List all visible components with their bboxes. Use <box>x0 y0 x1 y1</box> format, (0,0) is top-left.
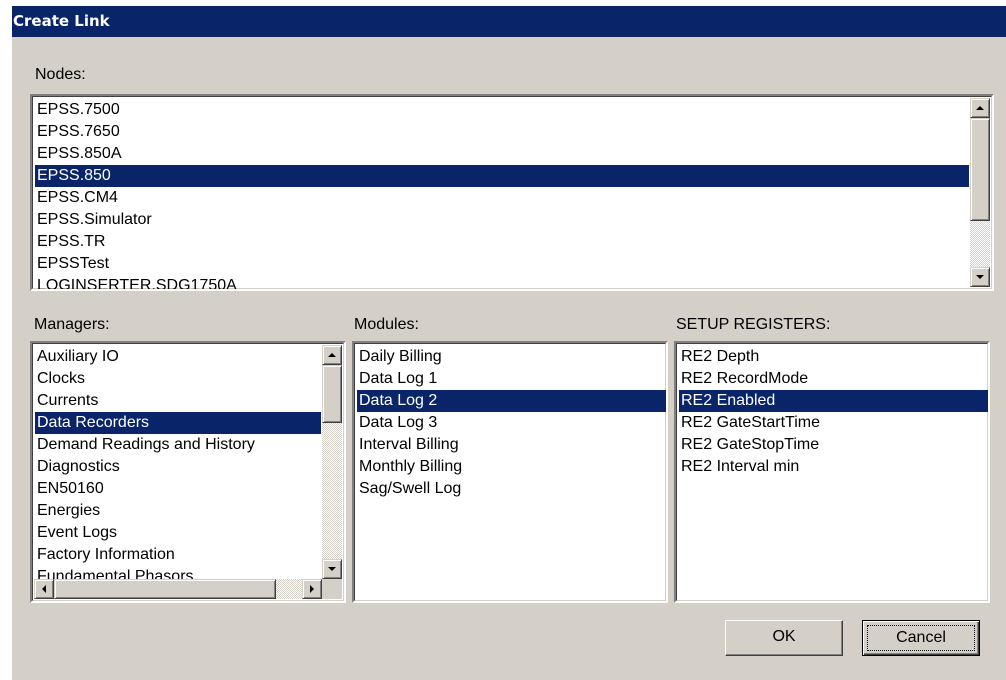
nodes-label: Nodes: <box>35 66 86 83</box>
managers-list-item[interactable]: EN50160 <box>35 478 321 500</box>
managers-scroll-up-button[interactable] <box>322 345 342 365</box>
modules-listbox[interactable]: Daily Billing Data Log 1 Data Log 2 Data Lo… <box>352 341 668 603</box>
managers-hscrollbar[interactable] <box>34 579 322 599</box>
managers-list-item[interactable]: Data Recorders <box>35 412 321 434</box>
managers-scroll-right-button[interactable] <box>302 579 322 599</box>
registers-list-item[interactable]: RE2 GateStopTime <box>679 434 988 456</box>
modules-list-item[interactable]: Monthly Billing <box>357 456 666 478</box>
nodes-list-item[interactable]: EPSS.7650 <box>35 121 969 143</box>
managers-list-item[interactable]: Currents <box>35 390 321 412</box>
arrow-down-icon <box>328 567 336 571</box>
registers-list-item[interactable]: RE2 GateStartTime <box>679 412 988 434</box>
nodes-list-item[interactable]: EPSS.850A <box>35 143 969 165</box>
cancel-button-label: Cancel <box>867 625 975 651</box>
nodes-list-item[interactable]: EPSS.CM4 <box>35 187 969 209</box>
nodes-scrollbar[interactable] <box>970 98 990 287</box>
managers-vscrollbar[interactable] <box>322 345 342 579</box>
arrow-up-icon <box>976 106 984 110</box>
arrow-right-icon <box>310 585 314 593</box>
nodes-listbox[interactable]: EPSS.7500 EPSS.7650 EPSS.850A EPSS.850 EPSS.… <box>30 94 994 291</box>
modules-list: Daily Billing Data Log 1 Data Log 2 Data Lo… <box>357 346 666 500</box>
managers-list-item[interactable]: Auxiliary IO <box>35 346 321 368</box>
nodes-scroll-up-button[interactable] <box>970 98 990 118</box>
managers-vscroll-thumb[interactable] <box>322 365 342 423</box>
arrow-up-icon <box>328 353 336 357</box>
registers-list-item[interactable]: RE2 RecordMode <box>679 368 988 390</box>
arrow-left-icon <box>42 585 46 593</box>
registers-list-item[interactable]: RE2 Depth <box>679 346 988 368</box>
registers-label: SETUP REGISTERS: <box>676 316 831 333</box>
cancel-button[interactable]: Cancel <box>862 620 980 656</box>
modules-label: Modules: <box>354 316 419 333</box>
modules-list-item[interactable]: Daily Billing <box>357 346 666 368</box>
dialog-title: Create Link <box>12 6 1006 37</box>
nodes-scroll-thumb[interactable] <box>970 118 990 221</box>
nodes-scroll-down-button[interactable] <box>970 267 990 287</box>
managers-list-item[interactable]: Energies <box>35 500 321 522</box>
nodes-list-item[interactable]: EPSS.Simulator <box>35 209 969 231</box>
registers-listbox[interactable]: RE2 Depth RE2 RecordMode RE2 Enabled RE2 Ga… <box>674 341 990 603</box>
nodes-list-item[interactable]: EPSS.TR <box>35 231 969 253</box>
managers-listbox[interactable]: Auxiliary IO Clocks Currents Data Recorders… <box>30 341 346 603</box>
create-link-dialog: Create Link Nodes: EPSS.7500 EPSS.7650 EPS… <box>12 6 1006 680</box>
nodes-list: EPSS.7500 EPSS.7650 EPSS.850A EPSS.850 EPSS.… <box>35 99 969 289</box>
nodes-list-item[interactable]: EPSSTest <box>35 253 969 275</box>
managers-scroll-down-button[interactable] <box>322 559 342 579</box>
managers-list: Auxiliary IO Clocks Currents Data Recorders… <box>35 346 321 588</box>
modules-list-item[interactable]: Interval Billing <box>357 434 666 456</box>
modules-list-item[interactable]: Data Log 3 <box>357 412 666 434</box>
modules-list-item[interactable]: Sag/Swell Log <box>357 478 666 500</box>
ok-button[interactable]: OK <box>725 620 843 656</box>
registers-list-item[interactable]: RE2 Interval min <box>679 456 988 478</box>
managers-hscroll-thumb[interactable] <box>54 579 276 599</box>
arrow-down-icon <box>976 275 984 279</box>
scroll-corner <box>322 579 342 599</box>
managers-list-item[interactable]: Event Logs <box>35 522 321 544</box>
managers-list-item[interactable]: Demand Readings and History <box>35 434 321 456</box>
managers-list-item[interactable]: Diagnostics <box>35 456 321 478</box>
managers-label: Managers: <box>34 316 110 333</box>
modules-list-item[interactable]: Data Log 1 <box>357 368 666 390</box>
managers-scroll-left-button[interactable] <box>34 579 54 599</box>
registers-list: RE2 Depth RE2 RecordMode RE2 Enabled RE2 Ga… <box>679 346 988 478</box>
nodes-list-item[interactable]: EPSS.7500 <box>35 99 969 121</box>
managers-list-item[interactable]: Factory Information <box>35 544 321 566</box>
nodes-list-item[interactable]: LOGINSERTER.SDG1750A <box>35 275 969 289</box>
managers-list-item[interactable]: Clocks <box>35 368 321 390</box>
modules-list-item[interactable]: Data Log 2 <box>357 390 666 412</box>
nodes-list-item[interactable]: EPSS.850 <box>35 165 969 187</box>
registers-list-item[interactable]: RE2 Enabled <box>679 390 988 412</box>
